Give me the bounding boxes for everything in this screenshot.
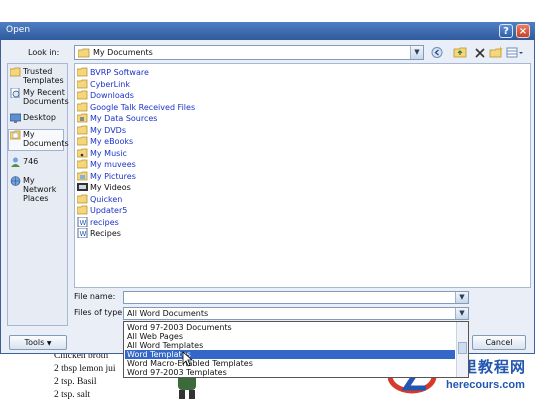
mouse-cursor-icon bbox=[182, 351, 194, 367]
file-name: Google Talk Received Files bbox=[90, 102, 196, 112]
doc-line: 2 tsp. Basil bbox=[54, 377, 97, 387]
cancel-button[interactable]: Cancel bbox=[472, 335, 526, 350]
folder-icon bbox=[77, 102, 88, 111]
file-name: My Music bbox=[90, 148, 127, 158]
folder-icon bbox=[77, 205, 88, 215]
chevron-down-icon[interactable]: ▼ bbox=[410, 46, 423, 59]
folder-icon bbox=[77, 136, 88, 146]
filetype-option-selected[interactable]: Word Templates bbox=[125, 350, 455, 359]
desktop-icon bbox=[10, 113, 21, 123]
filetype-value: All Word Documents bbox=[127, 309, 209, 318]
filetype-dropdown[interactable]: All Word Documents ▼ bbox=[123, 307, 469, 320]
my-documents-icon bbox=[10, 130, 21, 140]
place-label: My Documents bbox=[23, 130, 69, 148]
place-trusted-templates[interactable]: Trusted Templates bbox=[9, 67, 65, 85]
file-name: My Pictures bbox=[90, 171, 136, 181]
svg-text:W: W bbox=[80, 230, 87, 238]
watermark-url: herecours.com bbox=[446, 379, 525, 391]
file-list[interactable]: BVRP Software CyberLink Downloads Google… bbox=[74, 63, 531, 288]
file-name: Recipes bbox=[90, 229, 121, 238]
place-label: 746 bbox=[23, 157, 39, 166]
file-name: Quicken bbox=[90, 194, 123, 204]
file-name: CyberLink bbox=[90, 79, 130, 89]
doc-line: 2 tsp. salt bbox=[54, 390, 91, 400]
file-name: My eBooks bbox=[90, 137, 134, 146]
filename-field[interactable]: ▼ bbox=[123, 291, 469, 304]
file-name: Downloads bbox=[90, 91, 134, 100]
file-name: My muvees bbox=[90, 160, 136, 169]
folder-icon bbox=[77, 90, 88, 100]
filetype-options-list[interactable]: Word 97-2003 Documents All Web Pages All… bbox=[123, 321, 469, 378]
place-label: Desktop bbox=[23, 113, 56, 122]
videos-folder-icon bbox=[77, 183, 88, 191]
place-desktop[interactable]: Desktop bbox=[9, 113, 65, 125]
delete-icon[interactable] bbox=[474, 45, 486, 60]
file-name: My DVDs bbox=[90, 125, 126, 135]
dialog-titlebar: Open ? × bbox=[0, 22, 535, 40]
cancel-button-label: Cancel bbox=[485, 338, 513, 347]
file-name: Updater5 bbox=[90, 206, 128, 215]
dialog-title: Open bbox=[6, 25, 31, 35]
scrollbar-thumb[interactable] bbox=[458, 342, 467, 354]
caret-down-icon: ▼ bbox=[46, 340, 52, 347]
svg-text:W: W bbox=[80, 219, 87, 227]
network-icon bbox=[10, 176, 21, 186]
place-my-network-places[interactable]: My Network Places bbox=[9, 176, 65, 203]
music-folder-icon bbox=[77, 148, 88, 157]
filetype-option[interactable]: All Web Pages bbox=[125, 332, 455, 341]
pictures-folder-icon bbox=[77, 171, 88, 180]
folder-icon bbox=[77, 125, 88, 134]
close-button[interactable]: × bbox=[516, 24, 530, 38]
dropdown-scrollbar[interactable] bbox=[456, 322, 468, 377]
lookin-label: Look in: bbox=[28, 48, 60, 57]
place-label: My Recent Documents bbox=[23, 88, 69, 106]
filetype-option[interactable]: Word 97-2003 Templates bbox=[125, 368, 455, 377]
data-sources-folder-icon bbox=[77, 113, 88, 123]
word-document-icon: W bbox=[77, 228, 88, 238]
place-label: Trusted Templates bbox=[23, 67, 64, 85]
place-my-documents[interactable]: My Documents bbox=[8, 129, 69, 151]
tools-button-label: Tools bbox=[24, 338, 45, 347]
new-folder-icon[interactable] bbox=[489, 45, 503, 60]
recent-documents-icon bbox=[10, 88, 20, 98]
folder-icon bbox=[77, 67, 88, 77]
filetype-option[interactable]: All Word Templates bbox=[125, 341, 455, 350]
filename-label: File name: bbox=[74, 292, 116, 301]
folder-icon bbox=[78, 48, 90, 58]
folder-icon bbox=[77, 159, 88, 169]
place-label: My Network Places bbox=[23, 176, 57, 203]
up-folder-icon[interactable] bbox=[453, 45, 467, 60]
chevron-down-icon[interactable]: ▼ bbox=[455, 292, 468, 303]
back-icon[interactable] bbox=[430, 45, 444, 60]
user-icon bbox=[11, 157, 20, 167]
folder-icon bbox=[77, 79, 88, 88]
tools-button[interactable]: Tools ▼ bbox=[9, 335, 67, 350]
file-name: BVRP Software bbox=[90, 68, 149, 77]
place-746[interactable]: 746 bbox=[9, 157, 65, 169]
file-name: My Data Sources bbox=[90, 114, 158, 123]
help-button[interactable]: ? bbox=[499, 24, 513, 38]
folder-icon bbox=[10, 67, 21, 77]
file-name: My Videos bbox=[90, 183, 131, 192]
lookin-dropdown[interactable]: My Documents ▼ bbox=[74, 45, 424, 60]
place-my-recent-documents[interactable]: My Recent Documents bbox=[9, 88, 69, 108]
filetype-option[interactable]: Word 97-2003 Documents bbox=[125, 323, 455, 332]
folder-icon bbox=[77, 194, 88, 203]
filetype-option[interactable]: Word Macro-Enabled Templates bbox=[125, 359, 455, 368]
lookin-value: My Documents bbox=[93, 48, 153, 57]
chevron-down-icon[interactable]: ▼ bbox=[455, 308, 468, 319]
doc-line: 2 tbsp lemon jui bbox=[54, 364, 116, 374]
views-icon[interactable] bbox=[506, 45, 524, 60]
word-document-icon: W bbox=[77, 216, 88, 227]
file-name: recipes bbox=[90, 217, 119, 227]
filetype-label: Files of type: bbox=[74, 308, 125, 317]
